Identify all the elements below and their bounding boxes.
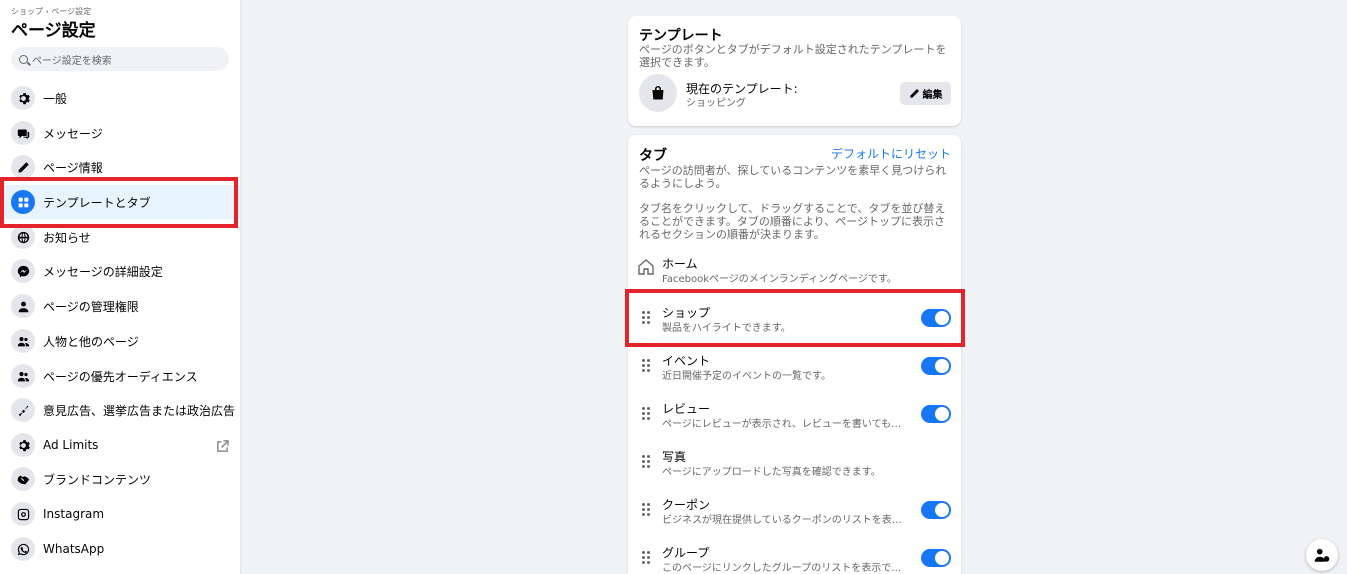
sidebar-item-preferred-audience[interactable]: ページの優先オーディエンス bbox=[0, 359, 240, 393]
tab-toggle[interactable] bbox=[921, 405, 951, 423]
person-icon bbox=[11, 294, 35, 318]
template-card-title: テンプレート bbox=[639, 28, 723, 44]
instagram-icon bbox=[11, 502, 35, 526]
drag-handle-icon[interactable] bbox=[642, 551, 650, 564]
sidebar: ショップ › ページ設定 ページ設定 ページ設定を検索 一般 メッセージ ページ… bbox=[0, 0, 240, 574]
sidebar-item-branded-content[interactable]: ブランドコンテンツ bbox=[0, 462, 240, 496]
sidebar-item-label: ページの管理権限 bbox=[43, 299, 139, 314]
sidebar-item-messages[interactable]: メッセージ bbox=[0, 116, 240, 150]
pencil-icon bbox=[909, 89, 919, 98]
tab-toggle[interactable] bbox=[921, 357, 951, 375]
sidebar-item-political-ads[interactable]: 意見広告、選挙広告または政治広告 bbox=[0, 393, 240, 427]
tabs-card-instructions: タブ名をクリックして、ドラッグすることで、タブを並び替えることができます。タブの… bbox=[639, 202, 946, 241]
drag-handle-icon[interactable] bbox=[642, 407, 650, 420]
sidebar-item-label: Instagram bbox=[43, 507, 105, 521]
pencil-icon bbox=[11, 155, 35, 179]
tab-description: このページにリンクしたグループのリストを表示で… bbox=[662, 563, 902, 574]
sidebar-item-ad-limits[interactable]: Ad Limits bbox=[0, 428, 240, 462]
tab-row-photos[interactable]: 写真 ページにアップロードした写真を確認できます。 bbox=[628, 441, 961, 481]
drag-handle-icon[interactable] bbox=[642, 359, 650, 372]
sidebar-item-label: メッセージ bbox=[43, 126, 103, 141]
home-icon bbox=[637, 258, 655, 276]
highlight-box-nav bbox=[0, 177, 238, 228]
tab-description: Facebookページのメインランディングページです。 bbox=[662, 274, 897, 285]
people-icon bbox=[11, 329, 35, 353]
people-icon bbox=[11, 364, 35, 388]
tab-toggle[interactable] bbox=[921, 549, 951, 567]
search-icon bbox=[19, 54, 28, 64]
gear-icon bbox=[11, 433, 35, 457]
tabs-card: タブ デフォルトにリセット ページの訪問者が、探しているコンテンツを素早く見つけ… bbox=[628, 135, 961, 574]
sidebar-item-advanced-messaging[interactable]: メッセージの詳細設定 bbox=[0, 254, 240, 288]
external-link-icon bbox=[216, 438, 229, 452]
sidebar-item-label: ページの優先オーディエンス bbox=[43, 369, 198, 384]
template-card: テンプレート ページのボタンとタブがデフォルト設定されたテンプレートを選択できま… bbox=[628, 16, 961, 126]
current-template-value: ショッピング bbox=[686, 98, 746, 109]
search-input[interactable]: ページ設定を検索 bbox=[11, 47, 229, 71]
shopping-bag-icon bbox=[639, 74, 677, 112]
messenger-icon bbox=[11, 259, 35, 283]
people-icon bbox=[1314, 548, 1330, 562]
sidebar-item-whatsapp[interactable]: WhatsApp bbox=[0, 532, 240, 566]
tab-row-events[interactable]: イベント 近日開催予定のイベントの一覧です。 bbox=[628, 345, 961, 385]
sidebar-item-label: WhatsApp bbox=[43, 542, 105, 556]
edit-button-label: 編集 bbox=[922, 90, 943, 101]
page-title: ページ設定 bbox=[11, 21, 96, 41]
tab-toggle[interactable] bbox=[921, 501, 951, 519]
sidebar-item-label: 一般 bbox=[43, 91, 68, 106]
contacts-button[interactable] bbox=[1306, 539, 1338, 571]
highlight-box-shop-tab bbox=[625, 289, 965, 347]
tabs-card-title: タブ bbox=[639, 148, 667, 164]
sidebar-item-label: 意見広告、選挙広告または政治広告 bbox=[43, 403, 236, 418]
tab-row-coupons[interactable]: クーポン ビジネスが現在提供しているクーポンのリストを表… bbox=[628, 489, 961, 529]
globe-icon bbox=[11, 225, 35, 249]
tab-row-groups[interactable]: グループ このページにリンクしたグループのリストを表示で… bbox=[628, 537, 961, 574]
template-card-description: ページのボタンとタブがデフォルト設定されたテンプレートを選択できます。 bbox=[639, 43, 947, 69]
tab-row-home[interactable]: ホーム Facebookページのメインランディングページです。 bbox=[628, 248, 961, 288]
megaphone-icon bbox=[11, 398, 35, 422]
sidebar-item-label: Ad Limits bbox=[43, 438, 99, 452]
sidebar-item-instagram[interactable]: Instagram bbox=[0, 497, 240, 531]
handshake-icon bbox=[11, 467, 35, 491]
chat-icon bbox=[11, 121, 35, 145]
gear-icon bbox=[11, 86, 35, 110]
sidebar-item-label: ブランドコンテンツ bbox=[43, 472, 152, 487]
sidebar-item-label: お知らせ bbox=[43, 230, 91, 245]
reset-default-link[interactable]: デフォルトにリセット bbox=[831, 145, 951, 162]
tab-description: ページにアップロードした写真を確認できます。 bbox=[662, 467, 881, 478]
tab-description: 近日開催予定のイベントの一覧です。 bbox=[662, 371, 831, 382]
whatsapp-icon bbox=[11, 537, 35, 561]
search-placeholder: ページ設定を検索 bbox=[32, 55, 112, 67]
sidebar-item-label: 人物と他のページ bbox=[43, 334, 139, 349]
drag-handle-icon[interactable] bbox=[642, 455, 650, 468]
sidebar-item-page-roles[interactable]: ページの管理権限 bbox=[0, 289, 240, 323]
sidebar-item-label: メッセージの詳細設定 bbox=[43, 264, 163, 279]
drag-handle-icon[interactable] bbox=[642, 503, 650, 516]
edit-template-button[interactable]: 編集 bbox=[900, 82, 951, 105]
tab-description: ビジネスが現在提供しているクーポンのリストを表… bbox=[662, 515, 902, 526]
tab-description: ページにレビューが表示され、レビューを書いても… bbox=[662, 419, 902, 430]
sidebar-item-general[interactable]: 一般 bbox=[0, 81, 240, 115]
tab-row-reviews[interactable]: レビュー ページにレビューが表示され、レビューを書いても… bbox=[628, 393, 961, 433]
sidebar-item-label: ページ情報 bbox=[43, 160, 103, 175]
sidebar-item-people-pages[interactable]: 人物と他のページ bbox=[0, 324, 240, 358]
tabs-card-description: ページの訪問者が、探しているコンテンツを素早く見つけられるようにしよう。 bbox=[639, 164, 947, 190]
